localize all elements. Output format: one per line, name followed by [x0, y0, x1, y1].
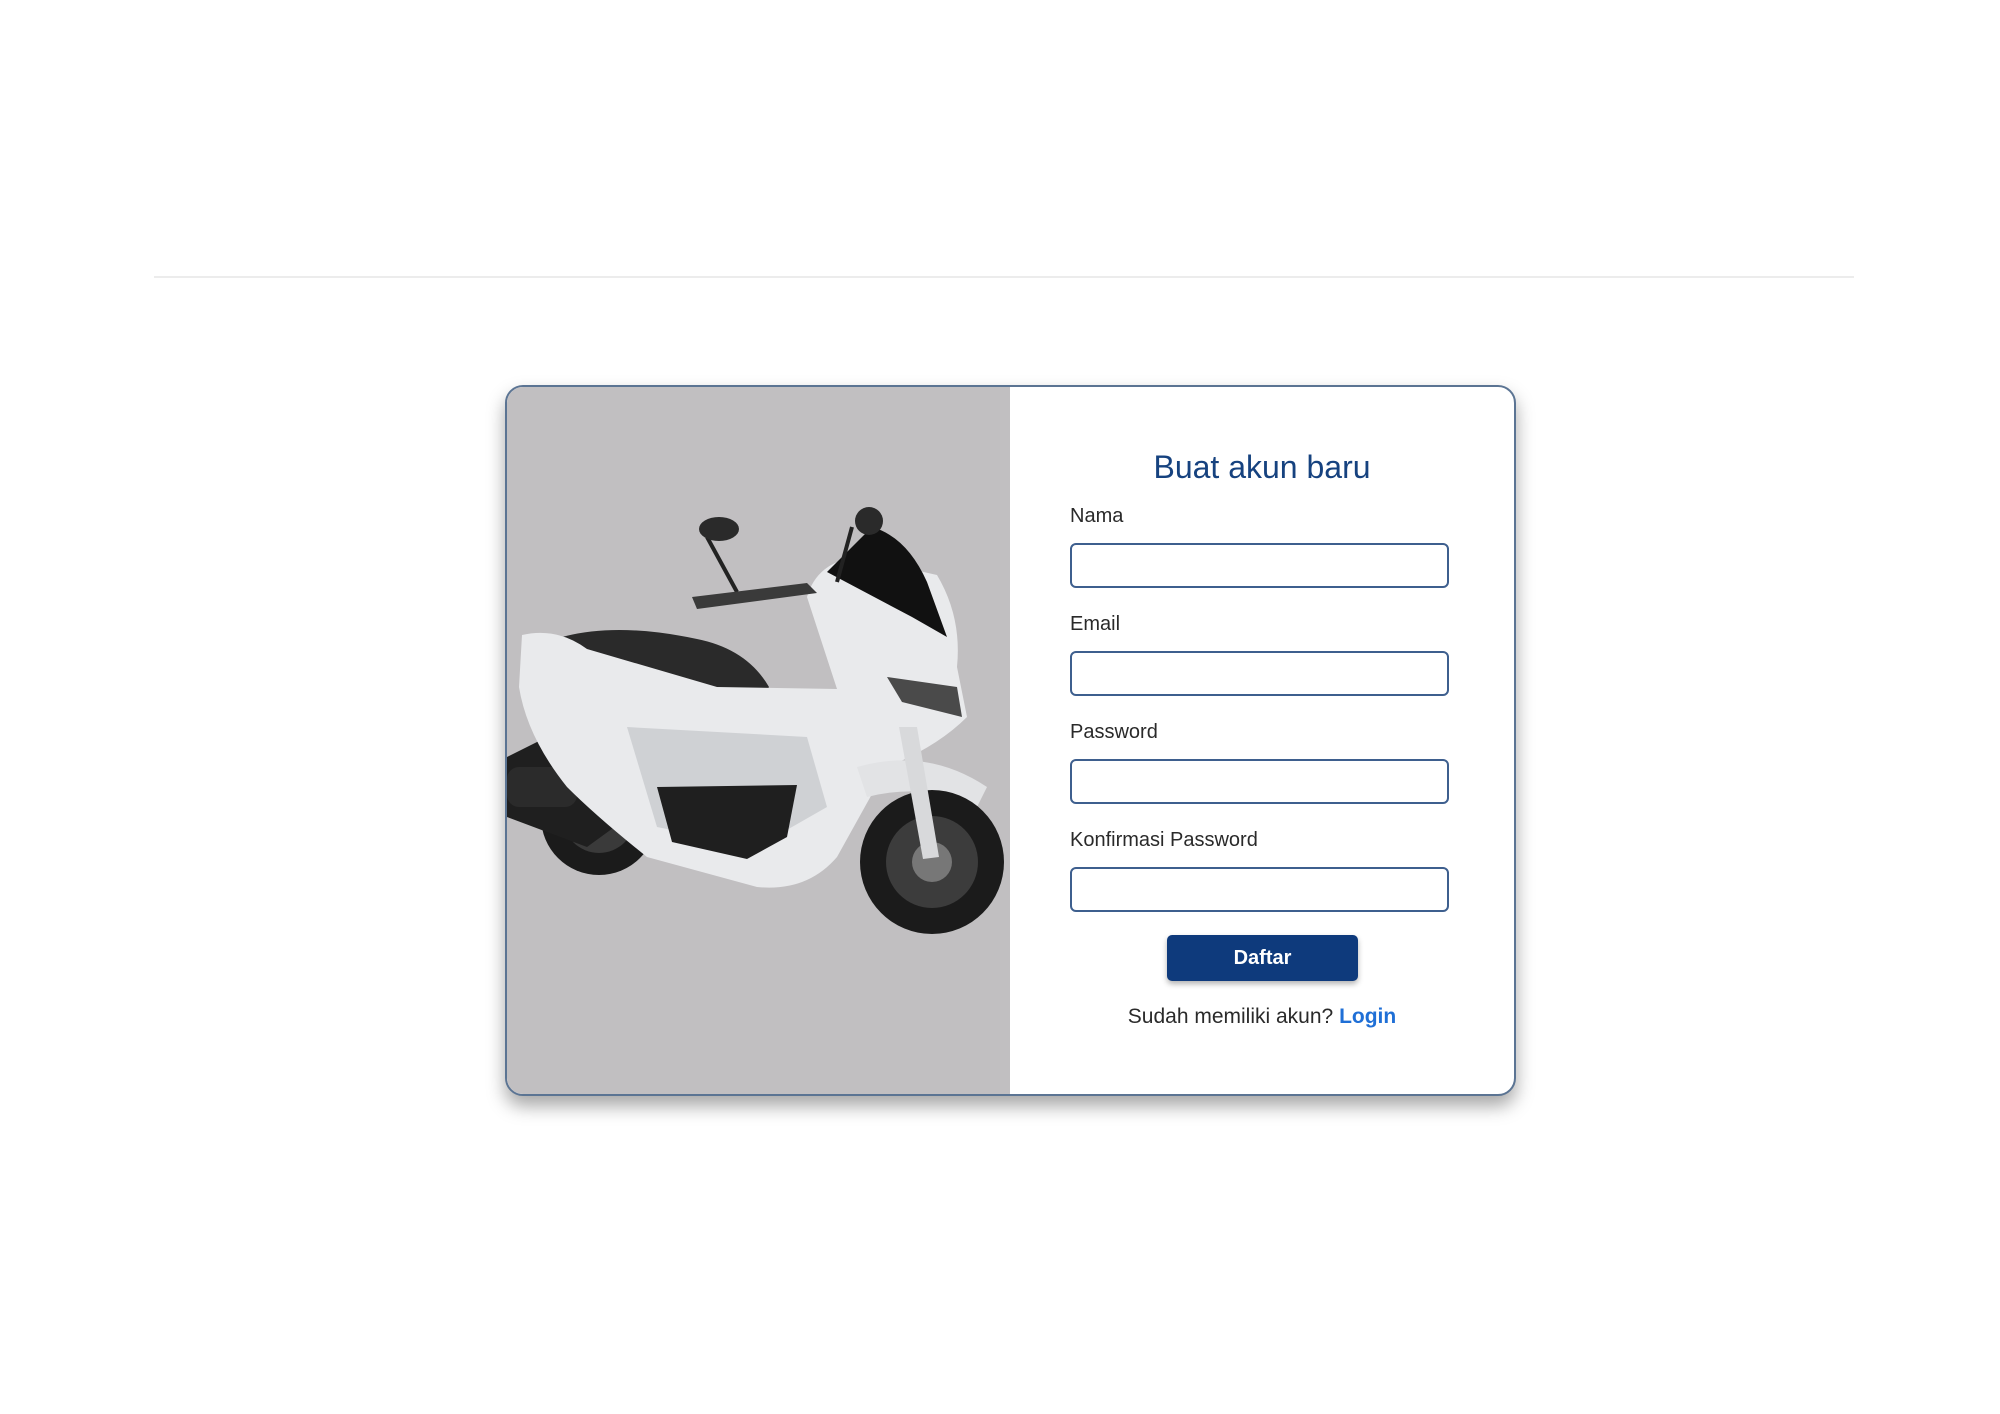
register-form: Buat akun baru Nama Email Password Konfi… — [1010, 387, 1514, 1094]
daftar-button[interactable]: Daftar — [1167, 935, 1358, 981]
password-label: Password — [1070, 721, 1158, 743]
scooter-image-panel — [507, 387, 1010, 1094]
scooter-image — [507, 507, 1004, 934]
nama-input[interactable] — [1070, 543, 1449, 588]
login-prompt-row: Sudah memiliki akun? Login — [1010, 1005, 1514, 1029]
confirm-password-input[interactable] — [1070, 867, 1449, 912]
login-prompt-text: Sudah memiliki akun? — [1127, 1005, 1334, 1028]
form-title: Buat akun baru — [1153, 449, 1371, 485]
login-link[interactable]: Login — [1339, 1005, 1396, 1028]
header-divider — [154, 276, 1854, 278]
password-input[interactable] — [1070, 759, 1449, 804]
email-label: Email — [1070, 613, 1121, 635]
register-card: Buat akun baru Nama Email Password Konfi… — [505, 385, 1516, 1096]
nama-label: Nama — [1070, 505, 1124, 527]
confirm-password-label: Konfirmasi Password — [1070, 829, 1258, 851]
email-input[interactable] — [1070, 651, 1449, 696]
